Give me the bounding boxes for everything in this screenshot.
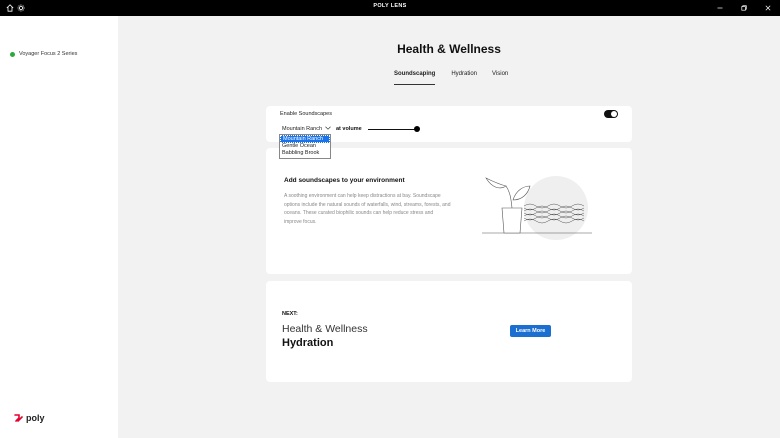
tab-vision[interactable]: Vision	[492, 71, 508, 85]
brand-name: poly	[26, 413, 45, 423]
app-title: POLY LENS	[373, 3, 407, 9]
maximize-button[interactable]	[732, 0, 756, 16]
maximize-icon	[741, 5, 747, 11]
connected-status-dot	[10, 51, 15, 57]
minimize-button[interactable]	[708, 0, 732, 16]
enable-soundscapes-toggle[interactable]	[604, 110, 618, 118]
info-description: A soothing environment can help keep dis…	[284, 193, 451, 225]
tab-hydration[interactable]: Hydration	[451, 71, 477, 85]
close-icon	[765, 5, 771, 11]
enable-soundscapes-label: Enable Soundscapes	[280, 111, 332, 117]
soundscape-select[interactable]: Mountain Ranch	[282, 126, 331, 132]
volume-slider-thumb[interactable]	[414, 126, 420, 132]
tab-soundscaping[interactable]: Soundscaping	[394, 71, 436, 85]
soundscape-info-card: Add soundscapes to your environment A so…	[266, 148, 632, 274]
next-label: NEXT:	[282, 311, 298, 317]
next-section-title: Health & Wellness	[282, 323, 368, 335]
learn-more-button[interactable]: Learn More	[510, 325, 551, 337]
page-title: Health & Wellness	[397, 42, 501, 56]
next-section-subtitle: Hydration	[282, 337, 334, 349]
plant-illustration-icon	[482, 176, 592, 240]
info-heading: Add soundscapes to your environment	[284, 177, 405, 184]
poly-logo-icon	[14, 414, 23, 422]
toggle-knob	[611, 111, 617, 117]
close-button[interactable]	[756, 0, 780, 16]
poly-logo: poly	[14, 413, 45, 423]
soundscape-dropdown-list: Mountain Ranch Gentle Ocean Babbling Bro…	[279, 134, 331, 159]
chevron-down-icon	[325, 126, 331, 132]
volume-label: at volume	[336, 126, 362, 132]
device-name: Voyager Focus 2 Series	[19, 51, 78, 57]
volume-slider-track[interactable]	[368, 129, 417, 130]
minimize-icon	[717, 7, 723, 9]
dropdown-option-gentle-ocean[interactable]: Gentle Ocean	[280, 143, 330, 151]
tab-bar: Soundscaping Hydration Vision	[394, 71, 508, 85]
sidebar-item-device[interactable]: Voyager Focus 2 Series	[10, 51, 77, 57]
next-card: NEXT: Health & Wellness Hydration Learn …	[266, 281, 632, 382]
dropdown-option-mountain-ranch[interactable]: Mountain Ranch	[280, 135, 330, 143]
sidebar: Voyager Focus 2 Series poly	[0, 16, 118, 438]
title-bar: POLY LENS	[0, 0, 780, 16]
dropdown-option-babbling-brook[interactable]: Babbling Brook	[280, 150, 330, 158]
soundscape-select-value: Mountain Ranch	[282, 126, 323, 132]
